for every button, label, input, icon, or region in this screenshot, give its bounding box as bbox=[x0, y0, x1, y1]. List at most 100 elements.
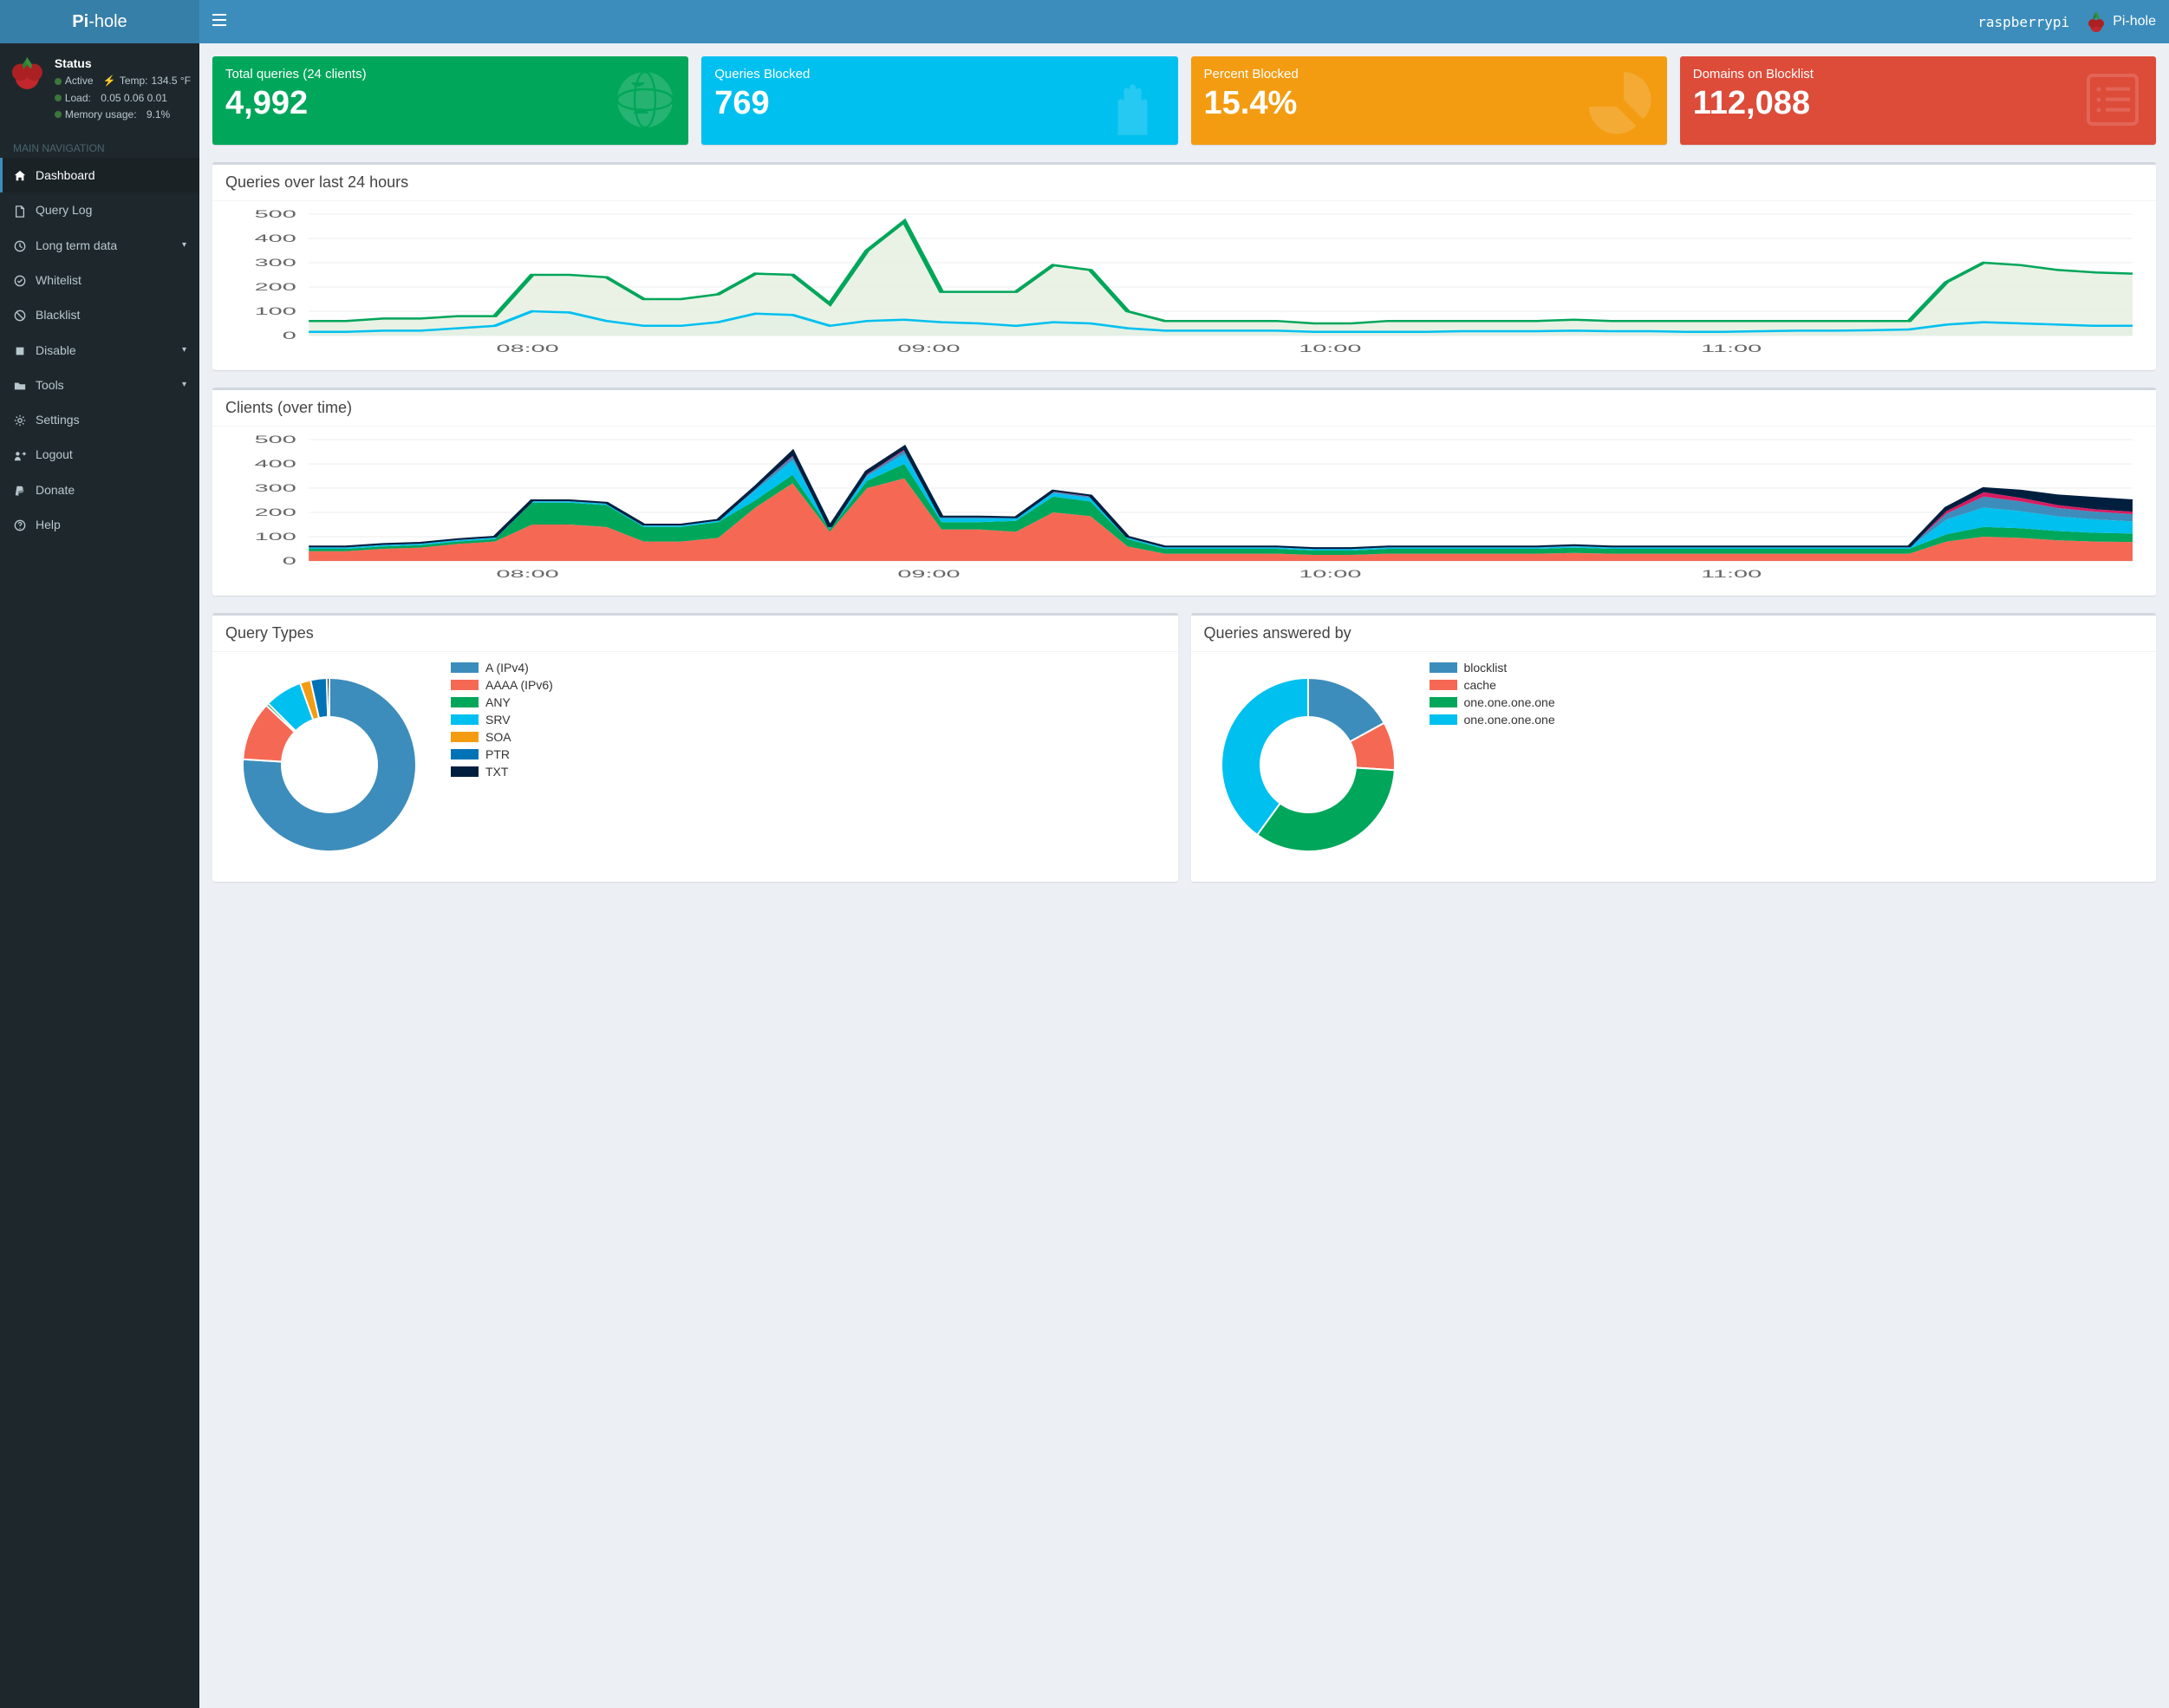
stat-card-green[interactable]: Total queries (24 clients)4,992 bbox=[212, 56, 688, 145]
legend-label: TXT bbox=[485, 765, 508, 779]
nav-label: Disable bbox=[36, 343, 76, 357]
svg-text:0: 0 bbox=[283, 329, 296, 342]
nav-item-whitelist[interactable]: Whitelist bbox=[0, 263, 199, 297]
chart-answered-by[interactable]: blocklist cache one.one.one.one one.one.one… bbox=[1191, 652, 2157, 882]
stat-card-orange[interactable]: Percent Blocked15.4% bbox=[1191, 56, 1667, 145]
load-dot bbox=[55, 95, 62, 101]
nav-label: Blacklist bbox=[36, 308, 80, 322]
legend-item[interactable]: A (IPv4) bbox=[451, 661, 553, 675]
bolt-icon: ⚡ bbox=[103, 73, 116, 89]
mem-dot bbox=[55, 111, 62, 118]
nav-item-donate[interactable]: Donate bbox=[0, 473, 199, 507]
globe-icon bbox=[610, 65, 680, 137]
folder-icon bbox=[13, 378, 27, 392]
nav-item-settings[interactable]: Settings bbox=[0, 402, 199, 437]
legend-label: cache bbox=[1464, 678, 1496, 692]
stat-label: Domains on Blocklist bbox=[1693, 67, 2143, 81]
panel-header: Queries over last 24 hours bbox=[212, 165, 2156, 201]
list-icon bbox=[2078, 65, 2147, 137]
svg-text:200: 200 bbox=[255, 281, 296, 293]
status-active: Active bbox=[65, 73, 94, 89]
legend-label: PTR bbox=[485, 747, 510, 761]
topbar-brand[interactable]: Pi-hole bbox=[2087, 10, 2156, 33]
legend-item[interactable]: cache bbox=[1430, 678, 1555, 692]
legend-item[interactable]: blocklist bbox=[1430, 661, 1555, 675]
stat-card-blue[interactable]: Queries Blocked769 bbox=[701, 56, 1177, 145]
svg-text:10:00: 10:00 bbox=[1299, 568, 1361, 580]
legend-item[interactable]: SOA bbox=[451, 730, 553, 744]
legend-swatch bbox=[1430, 697, 1457, 707]
svg-text:11:00: 11:00 bbox=[1701, 342, 1762, 355]
active-dot bbox=[55, 78, 62, 85]
svg-text:0: 0 bbox=[283, 555, 296, 567]
chart-clients-over-time[interactable]: 010020030040050008:0009:0010:0011:00 bbox=[225, 435, 2143, 583]
legend-swatch bbox=[451, 714, 479, 725]
legend-label: A (IPv4) bbox=[485, 661, 529, 675]
stat-value: 15.4% bbox=[1204, 85, 1654, 122]
legend-item[interactable]: one.one.one.one bbox=[1430, 695, 1555, 709]
chevron-down-icon: ▾ bbox=[182, 240, 186, 250]
legend-item[interactable]: ANY bbox=[451, 695, 553, 709]
nav-label: Settings bbox=[36, 413, 80, 427]
stop-icon bbox=[13, 342, 27, 356]
logo[interactable]: Pi-hole bbox=[0, 0, 199, 43]
nav-list: DashboardQuery Log Long term data ▾ Whiteli… bbox=[0, 158, 199, 542]
svg-text:500: 500 bbox=[255, 210, 296, 220]
chart-queries-over-time[interactable]: 010020030040050008:0009:0010:0011:00 bbox=[225, 210, 2143, 357]
nav-item-logout[interactable]: Logout bbox=[0, 437, 199, 472]
legend-item[interactable]: TXT bbox=[451, 765, 553, 779]
chevron-down-icon: ▾ bbox=[182, 345, 186, 355]
content: Total queries (24 clients)4,992Queries B… bbox=[199, 43, 2169, 1708]
chevron-down-icon: ▾ bbox=[182, 380, 186, 389]
stats-row: Total queries (24 clients)4,992Queries B… bbox=[212, 56, 2156, 145]
svg-text:08:00: 08:00 bbox=[497, 568, 559, 580]
nav-item-dashboard[interactable]: Dashboard bbox=[0, 158, 199, 192]
nav-label: Donate bbox=[36, 483, 75, 497]
menu-toggle[interactable] bbox=[212, 14, 226, 30]
logout-icon bbox=[13, 447, 27, 461]
nav-item-long-term-data[interactable]: Long term data ▾ bbox=[0, 228, 199, 263]
legend-item[interactable]: AAAA (IPv6) bbox=[451, 678, 553, 692]
pie-icon bbox=[1589, 65, 1658, 137]
stat-value: 4,992 bbox=[225, 85, 675, 122]
check-icon bbox=[13, 273, 27, 287]
svg-text:200: 200 bbox=[255, 506, 296, 518]
svg-text:08:00: 08:00 bbox=[497, 342, 559, 355]
home-icon bbox=[13, 168, 27, 182]
nav-label: Whitelist bbox=[36, 273, 81, 287]
legend-item[interactable]: one.one.one.one bbox=[1430, 713, 1555, 727]
stat-card-red[interactable]: Domains on Blocklist112,088 bbox=[1680, 56, 2156, 145]
chart-legend: blocklist cache one.one.one.one one.one.one… bbox=[1430, 661, 1555, 730]
topbar-brand-label: Pi-hole bbox=[2113, 14, 2156, 29]
svg-text:100: 100 bbox=[255, 531, 296, 543]
hostname[interactable]: raspberrypi bbox=[1977, 14, 2069, 30]
svg-text:09:00: 09:00 bbox=[897, 568, 960, 580]
legend-label: ANY bbox=[485, 695, 511, 709]
legend-swatch bbox=[451, 662, 479, 673]
legend-item[interactable]: SRV bbox=[451, 713, 553, 727]
logo-light: -hole bbox=[88, 12, 127, 31]
nav-item-help[interactable]: Help bbox=[0, 507, 199, 542]
svg-text:400: 400 bbox=[255, 232, 296, 244]
legend-label: AAAA (IPv6) bbox=[485, 678, 553, 692]
nav-item-tools[interactable]: Tools▾ bbox=[0, 368, 199, 402]
legend-label: blocklist bbox=[1464, 661, 1508, 675]
panel-header: Queries answered by bbox=[1191, 616, 2157, 652]
chart-query-types[interactable]: A (IPv4) AAAA (IPv6) ANY SRV SOA PTR TXT bbox=[212, 652, 1178, 882]
status-panel: Status Active ⚡Temp: 134.5 °F Load: 0.05… bbox=[0, 43, 199, 134]
svg-text:10:00: 10:00 bbox=[1299, 342, 1361, 355]
legend-item[interactable]: PTR bbox=[451, 747, 553, 761]
legend-swatch bbox=[451, 766, 479, 777]
nav-item-query-log[interactable]: Query Log bbox=[0, 192, 199, 227]
legend-label: SRV bbox=[485, 713, 511, 727]
nav-label: Help bbox=[36, 518, 61, 531]
logo-bold: Pi bbox=[72, 12, 88, 31]
chart-legend: A (IPv4) AAAA (IPv6) ANY SRV SOA PTR TXT bbox=[451, 661, 553, 782]
svg-text:300: 300 bbox=[255, 482, 296, 494]
legend-label: one.one.one.one bbox=[1464, 695, 1555, 709]
nav-item-blacklist[interactable]: Blacklist bbox=[0, 297, 199, 332]
svg-text:500: 500 bbox=[255, 435, 296, 446]
nav-item-disable[interactable]: Disable ▾ bbox=[0, 332, 199, 367]
nav-label: Long term data bbox=[36, 238, 117, 252]
clock-icon bbox=[13, 238, 27, 252]
